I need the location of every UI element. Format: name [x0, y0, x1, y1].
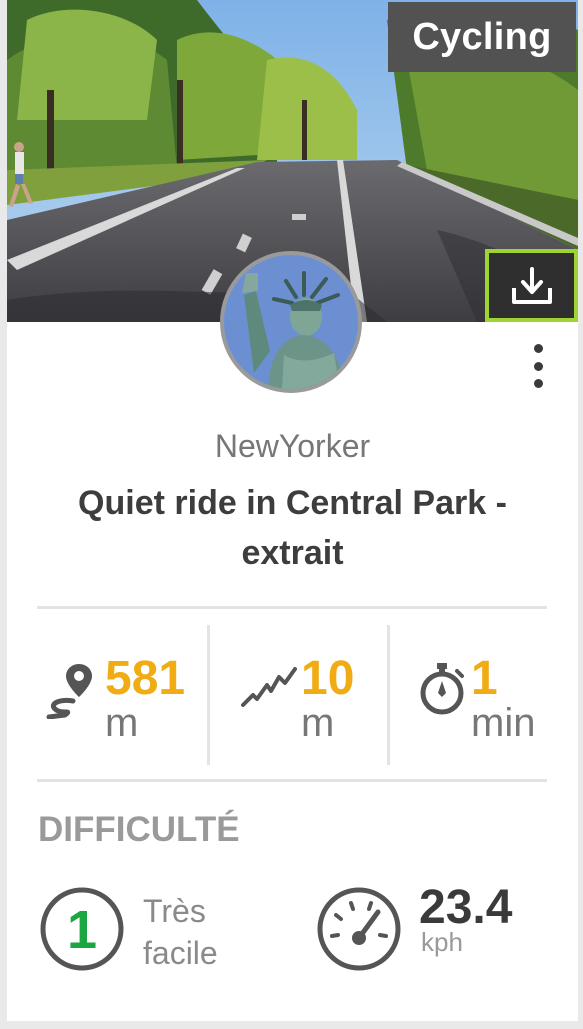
elevation-stat: 10 m	[237, 625, 387, 765]
difficulty-level-label: Très facile	[143, 893, 218, 971]
distance-stat: 581 m	[37, 625, 202, 765]
distance-unit: m	[105, 701, 139, 745]
elevation-value: 10	[301, 652, 355, 705]
stat-separator	[207, 625, 210, 765]
more-options-button[interactable]	[526, 344, 550, 388]
route-distance-icon	[46, 664, 92, 719]
average-speed-unit: kph	[421, 927, 463, 957]
download-icon	[511, 266, 552, 304]
route-title: Quiet ride in Central Park - extrait	[78, 484, 507, 572]
statue-of-liberty-avatar-image	[224, 255, 358, 389]
duration-unit: min	[471, 701, 536, 745]
stopwatch-icon	[420, 663, 464, 715]
elevation-icon	[241, 667, 297, 707]
route-stats: 581 m 10 m 1 min	[37, 625, 547, 765]
author-name[interactable]: NewYorker	[7, 428, 578, 465]
difficulty-level-icon: 1	[40, 887, 124, 971]
difficulty-level-number: 1	[67, 900, 97, 960]
divider	[37, 606, 547, 609]
duration-value: 1	[471, 652, 498, 705]
stat-separator	[387, 625, 390, 765]
speedometer-icon	[317, 887, 401, 971]
route-card[interactable]: Cycling NewYorker Quiet ride in Central …	[7, 0, 578, 1021]
more-vertical-icon-dot	[533, 344, 543, 353]
more-vertical-icon-dot	[533, 361, 543, 371]
difficulty-heading: DIFFICULTÉ	[38, 810, 240, 849]
elevation-unit: m	[301, 701, 335, 745]
distance-value: 581	[105, 652, 186, 705]
download-button[interactable]	[485, 249, 578, 322]
sport-type-badge: Cycling	[388, 2, 576, 72]
divider	[37, 779, 547, 782]
author-avatar[interactable]	[220, 251, 362, 393]
more-vertical-icon-dot	[533, 379, 543, 388]
duration-stat: 1 min	[413, 625, 547, 765]
